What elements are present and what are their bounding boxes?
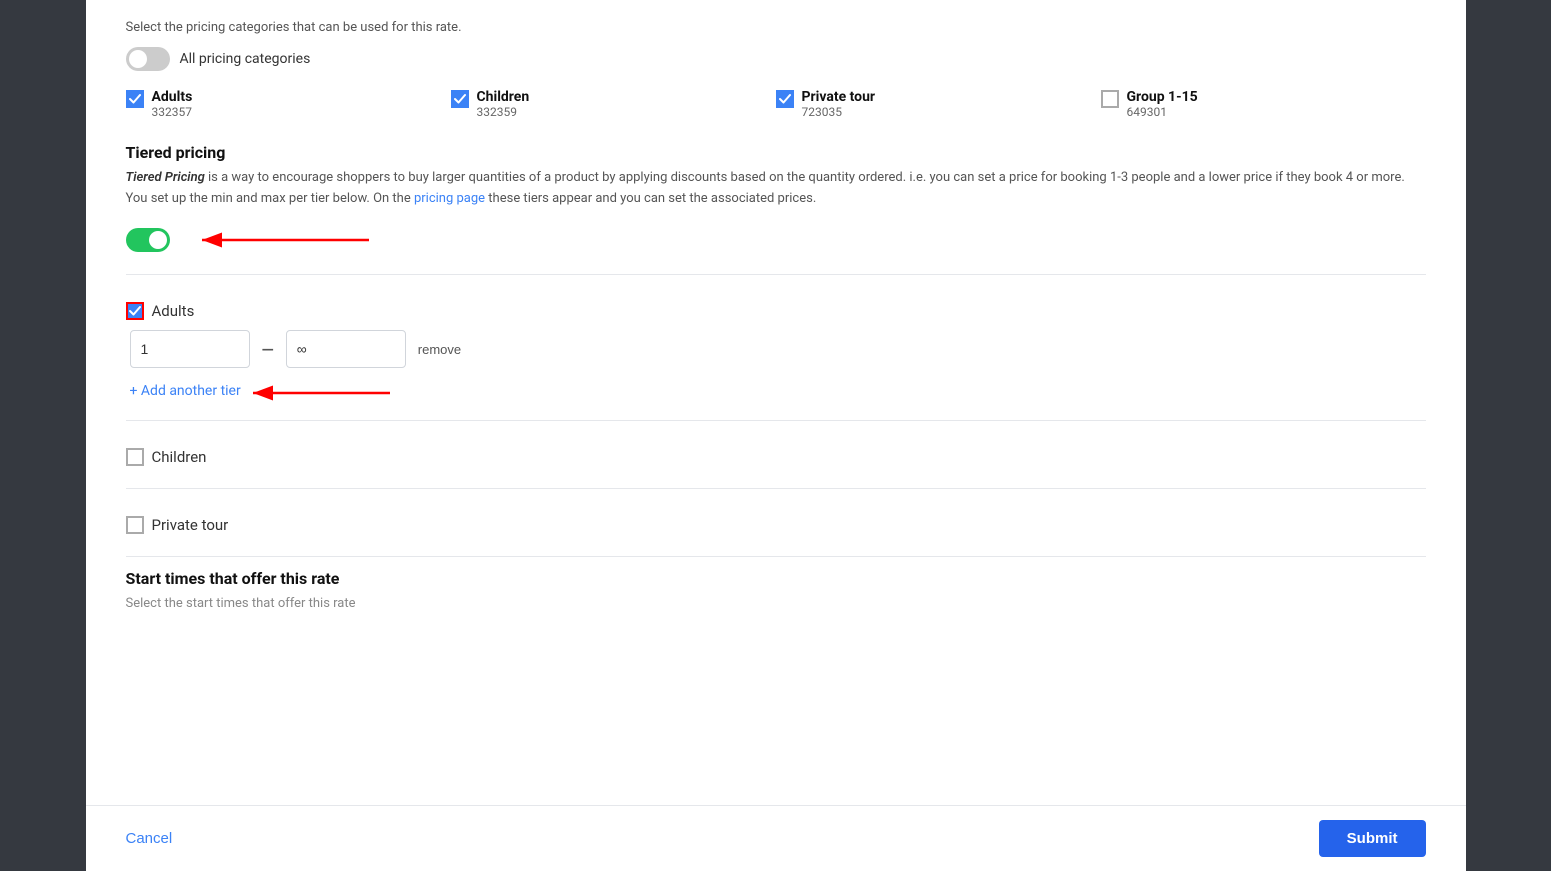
- tier-private-tour-header: Private tour: [126, 501, 1426, 544]
- tiered-pricing-title: Tiered pricing: [126, 143, 1426, 162]
- tiered-pricing-em: Tiered Pricing: [126, 170, 205, 185]
- adults-cat-name: Adults: [152, 89, 193, 105]
- pricing-categories-list: Adults 332357 Children 332359: [126, 89, 1426, 119]
- pricing-categories-description: Select the pricing categories that can b…: [126, 20, 1426, 35]
- tiered-pricing-desc-part1: is a way to encourage shoppers to buy la…: [205, 170, 1405, 185]
- private-tour-cat-info: Private tour 723035: [802, 89, 876, 119]
- add-another-tier-link[interactable]: + Add another tier: [126, 383, 241, 399]
- divider-after-children: [126, 488, 1426, 489]
- private-tour-checkbox[interactable]: [776, 90, 794, 108]
- all-categories-label: All pricing categories: [180, 51, 311, 67]
- private-tour-cat-name: Private tour: [802, 89, 876, 105]
- tier-adults-max-input[interactable]: [286, 330, 406, 368]
- private-tour-cat-id: 723035: [802, 105, 876, 119]
- tiered-pricing-section: Tiered pricing Tiered Pricing is a way t…: [126, 143, 1426, 258]
- tier-remove-button[interactable]: remove: [418, 342, 461, 357]
- tier-children-header: Children: [126, 433, 1426, 476]
- modal-footer: Cancel Submit: [86, 805, 1466, 871]
- all-categories-toggle-slider: [126, 47, 170, 71]
- children-cat-name: Children: [477, 89, 530, 105]
- tiered-pricing-toggle-row: [126, 222, 1426, 258]
- children-cat-id: 332359: [477, 105, 530, 119]
- pricing-cat-children: Children 332359: [451, 89, 776, 119]
- red-arrow-add-tier: [245, 378, 395, 408]
- tier-adults-checkbox[interactable]: [126, 302, 144, 320]
- tiered-pricing-desc: Tiered Pricing is a way to encourage sho…: [126, 170, 1426, 185]
- adults-cat-info: Adults 332357: [152, 89, 193, 119]
- submit-button[interactable]: Submit: [1319, 820, 1426, 857]
- tier-adults-name: Adults: [152, 302, 195, 320]
- tier-section-adults: Adults — remove + Add another tier: [126, 287, 1426, 408]
- tier-section-private-tour: Private tour: [126, 501, 1426, 544]
- group-checkbox[interactable]: [1101, 90, 1119, 108]
- adults-cat-id: 332357: [152, 105, 193, 119]
- tier-children-checkbox[interactable]: [126, 448, 144, 466]
- divider-after-private-tour: [126, 556, 1426, 557]
- start-times-title: Start times that offer this rate: [126, 569, 1426, 588]
- tiered-desc-p3: these tiers appear and you can set the a…: [485, 191, 816, 206]
- tiered-pricing-desc2: You set up the min and max per tier belo…: [126, 191, 1426, 206]
- start-times-description: Select the start times that offer this r…: [126, 596, 1426, 611]
- tier-children-name: Children: [152, 448, 207, 466]
- tier-adults-row-0: — remove: [126, 330, 1426, 368]
- tiered-desc-p2: You set up the min and max per tier belo…: [126, 191, 414, 206]
- tier-adults-header: Adults: [126, 287, 1426, 330]
- group-cat-info: Group 1-15 649301: [1127, 89, 1198, 119]
- pricing-cat-private-tour: Private tour 723035: [776, 89, 1101, 119]
- group-cat-name: Group 1-15: [1127, 89, 1198, 105]
- start-times-section: Start times that offer this rate Select …: [126, 569, 1426, 611]
- tiered-pricing-toggle-slider: [126, 228, 170, 252]
- tier-private-tour-name: Private tour: [152, 516, 229, 534]
- add-tier-row: + Add another tier: [126, 378, 1426, 408]
- tiered-pricing-toggle[interactable]: [126, 228, 170, 252]
- adults-checkbox[interactable]: [126, 90, 144, 108]
- divider-after-toggle: [126, 274, 1426, 275]
- tier-adults-min-input[interactable]: [130, 330, 250, 368]
- pricing-page-link[interactable]: pricing page: [414, 191, 485, 206]
- red-arrow-toggle: [194, 222, 374, 258]
- pricing-cat-group: Group 1-15 649301: [1101, 89, 1426, 119]
- children-checkbox[interactable]: [451, 90, 469, 108]
- tier-section-children: Children: [126, 433, 1426, 476]
- children-cat-info: Children 332359: [477, 89, 530, 119]
- all-categories-toggle[interactable]: [126, 47, 170, 71]
- tier-private-tour-checkbox[interactable]: [126, 516, 144, 534]
- divider-after-adults: [126, 420, 1426, 421]
- cancel-button[interactable]: Cancel: [126, 830, 173, 847]
- group-cat-id: 649301: [1127, 105, 1198, 119]
- pricing-cat-adults: Adults 332357: [126, 89, 451, 119]
- tier-dash: —: [262, 340, 274, 359]
